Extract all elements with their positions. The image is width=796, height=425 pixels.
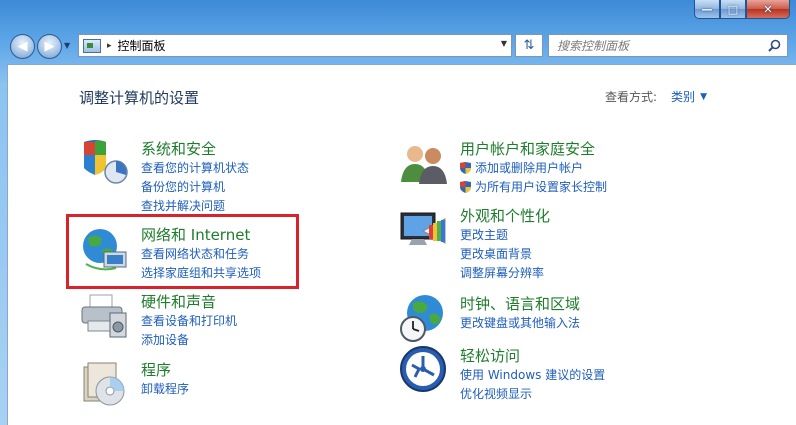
link-text[interactable]: 为所有用户设置家长控制 (475, 180, 607, 194)
close-icon: ✕ (763, 2, 773, 16)
refresh-icon: ⇅ (523, 38, 535, 53)
globe-clock-icon[interactable] (399, 293, 449, 343)
content-pane: 调整计算机的设置 查看方式: 类别 ▼ 系统和安全 查看您的计算机状态 备份您的… (7, 64, 796, 425)
forward-button[interactable]: ▶ (37, 34, 62, 59)
link-parental-controls[interactable]: 为所有用户设置家长控制 (460, 178, 607, 195)
page-title: 调整计算机的设置 (79, 89, 200, 107)
breadcrumb-control-panel[interactable]: 控制面板 (118, 37, 166, 54)
breadcrumb-separator-icon[interactable]: ▸ (107, 41, 112, 51)
control-panel-icon (83, 38, 101, 53)
shield-checkmark-icon[interactable] (80, 138, 130, 188)
link-troubleshoot[interactable]: 查找并解决问题 (141, 197, 225, 214)
monitor-palette-icon[interactable] (399, 205, 449, 255)
back-button[interactable]: ◀ (10, 34, 35, 59)
programs-disc-icon[interactable] (80, 359, 130, 409)
maximize-button[interactable]: □ (720, 0, 746, 19)
category-system-security: 系统和安全 查看您的计算机状态 备份您的计算机 查找并解决问题 (80, 138, 330, 213)
link-view-computer-status[interactable]: 查看您的计算机状态 (141, 159, 249, 176)
category-user-accounts: 用户帐户和家庭安全 添加或删除用户帐户 为所有用户设置家长控制 (399, 138, 659, 195)
ease-of-access-icon[interactable] (399, 345, 449, 395)
highlight-box (66, 214, 299, 289)
forward-arrow-icon: ▶ (44, 39, 55, 54)
minimize-button[interactable]: — (694, 0, 720, 19)
link-backup-computer[interactable]: 备份您的计算机 (141, 178, 225, 195)
search-input[interactable] (557, 38, 767, 53)
link-change-theme[interactable]: 更改主题 (460, 226, 508, 243)
address-bar[interactable]: ▸ 控制面板 ▼ (78, 34, 512, 57)
link-devices-printers[interactable]: 查看设备和打印机 (141, 312, 237, 329)
link-uninstall-program[interactable]: 卸载程序 (141, 380, 189, 397)
close-button[interactable]: ✕ (746, 0, 790, 19)
chevron-down-icon[interactable]: ▼ (700, 92, 707, 102)
category-title[interactable]: 时钟、语言和区域 (460, 293, 580, 314)
category-title[interactable]: 系统和安全 (141, 138, 216, 159)
link-add-remove-users[interactable]: 添加或删除用户帐户 (460, 159, 583, 176)
title-bar: — □ ✕ (0, 0, 796, 28)
recent-pages-dropdown[interactable]: ▼ (64, 41, 74, 51)
category-title[interactable]: 程序 (141, 359, 171, 380)
back-arrow-icon: ◀ (17, 39, 28, 54)
link-adjust-resolution[interactable]: 调整屏幕分辨率 (460, 264, 544, 281)
link-optimize-display[interactable]: 优化视频显示 (460, 385, 532, 402)
address-dropdown-icon[interactable]: ▼ (501, 39, 507, 48)
category-title[interactable]: 外观和个性化 (460, 205, 550, 226)
category-title[interactable]: 硬件和声音 (141, 291, 216, 312)
refresh-button[interactable]: ⇅ (515, 34, 543, 57)
category-programs: 程序 卸载程序 (80, 359, 290, 414)
category-appearance: 外观和个性化 更改主题 更改桌面背景 调整屏幕分辨率 (399, 205, 659, 280)
maximize-icon: □ (727, 2, 739, 16)
users-icon[interactable] (399, 138, 449, 188)
category-clock-language-region: 时钟、语言和区域 更改键盘或其他输入法 (399, 293, 659, 343)
view-by-dropdown[interactable]: 类别 (671, 88, 695, 105)
category-hardware-sound: 硬件和声音 查看设备和打印机 添加设备 (80, 291, 290, 348)
uac-shield-icon (460, 162, 471, 174)
view-by-label: 查看方式: (605, 90, 658, 104)
category-ease-of-access: 轻松访问 使用 Windows 建议的设置 优化视频显示 (399, 345, 659, 402)
category-title[interactable]: 轻松访问 (460, 345, 520, 366)
link-add-device[interactable]: 添加设备 (141, 331, 189, 348)
search-icon[interactable] (768, 39, 781, 52)
link-windows-recommended-settings[interactable]: 使用 Windows 建议的设置 (460, 366, 605, 383)
link-text[interactable]: 添加或删除用户帐户 (475, 161, 583, 175)
minimize-icon: — (701, 2, 713, 16)
printer-icon[interactable] (80, 291, 130, 341)
link-change-keyboard-input[interactable]: 更改键盘或其他输入法 (460, 314, 580, 331)
uac-shield-icon (460, 181, 471, 193)
caption-buttons: — □ ✕ (694, 0, 790, 19)
window-frame: — □ ✕ ◀ ▶ ▼ ▸ 控制面板 ▼ ⇅ 调整计算机的设置 查看方式: 类别 (0, 0, 796, 425)
link-change-desktop-background[interactable]: 更改桌面背景 (460, 245, 532, 262)
navigation-bar: ◀ ▶ ▼ ▸ 控制面板 ▼ ⇅ (0, 28, 796, 64)
search-box[interactable] (548, 34, 788, 57)
category-title[interactable]: 用户帐户和家庭安全 (460, 138, 595, 159)
view-by: 查看方式: 类别 ▼ (605, 88, 707, 105)
